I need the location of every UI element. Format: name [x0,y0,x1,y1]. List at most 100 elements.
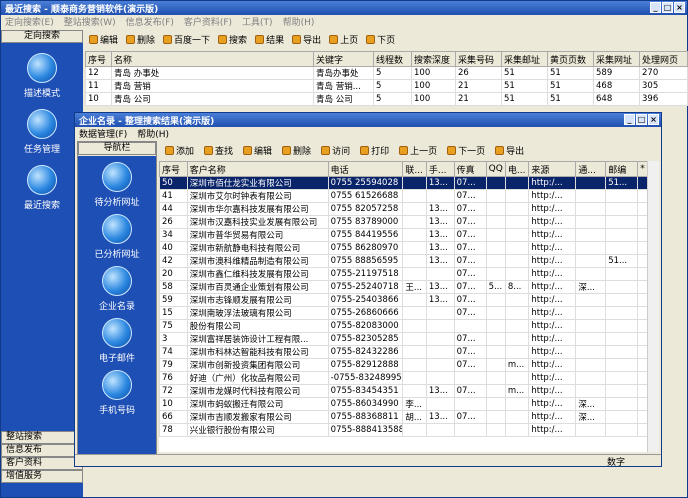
column-header[interactable]: 电... [504,161,530,177]
table-row[interactable]: 12 青岛 办事处 青岛办事处 5 100 26 51 51 589 270 [85,66,688,80]
table-row[interactable]: 50 深圳市佰仕龙实业有限公司 0755 25594028 13... 07... htt… [159,176,649,190]
maximize-icon[interactable]: □ [662,2,673,13]
table-row[interactable]: 42 深圳市澳科维精品制造有限公司 0755 88856595 13... 07... h… [159,254,649,268]
sidebar-head[interactable]: 定向搜索 [1,30,83,43]
column-header[interactable]: 通... [575,161,607,177]
column-header[interactable]: 电话 [327,161,404,177]
column-header[interactable]: 传真 [453,161,487,177]
vertical-scrollbar[interactable] [647,161,659,452]
find-button[interactable]: 查找 [204,144,233,157]
table-row[interactable]: 72 深圳市龙媒时代科技有限公司 0755-83454351 13... 07... m.… [159,384,649,398]
menu-item[interactable]: 工具(T) [242,15,273,28]
table-row[interactable]: 79 深圳市创新投资集团有限公司 0755-82912888 07... m... htt… [159,358,649,372]
export-button[interactable]: 导出 [292,33,321,46]
minimize-icon[interactable]: _ [650,2,661,13]
table-cell: 07... [453,176,487,190]
sidebar-button[interactable]: 信息发布 [1,444,83,457]
menu-item[interactable]: 帮助(H) [283,15,315,28]
table-row[interactable]: 74 深圳市科林达智能科技有限公司 0755-82432286 07... http:/… [159,345,649,359]
menu-item[interactable]: 信息发布(F) [126,15,174,28]
table-cell [504,189,530,203]
table-cell [402,215,427,229]
menu-item[interactable]: 帮助(H) [137,127,169,140]
column-header[interactable]: QQ [485,161,506,177]
table-row[interactable]: 3 深圳富祥居装饰设计工程有限... 0755-82305285 07... http:… [159,332,649,346]
maximize-icon[interactable]: □ [636,114,647,125]
baidu-button[interactable]: 百度一下 [163,33,210,46]
table-row[interactable]: 20 深圳市鑫仁维科技发展有限公司 0755-21197518 07... http:/… [159,267,649,281]
export-button[interactable]: 导出 [495,144,524,157]
nav-analyzed-url[interactable]: 已分析网址 [78,214,156,260]
column-header[interactable]: 采集号码 [455,51,502,67]
table-cell [575,345,607,359]
table-row[interactable]: 59 深圳市志锋顺发展有限公司 0755-25403866 13... 07... htt… [159,293,649,307]
table-row[interactable]: 76 好迪（广州）化妆品有限公司 -0755-83248995 http:/... [159,371,649,385]
visit-button[interactable]: 访问 [321,144,350,157]
close-icon[interactable]: × [674,2,685,13]
column-header[interactable]: 采集网址 [593,51,640,67]
column-header[interactable]: 黄页页数 [547,51,594,67]
sidebar-button[interactable]: 增值服务 [1,470,83,483]
next-page-button[interactable]: 下一页 [447,144,485,157]
menu-item[interactable]: 客户资料(F) [184,15,232,28]
table-row[interactable]: 58 深圳市百灵通企业策划有限公司 0755-25240718 王... 13... 07… [159,280,649,294]
column-header[interactable]: 名称 [111,51,314,67]
table-row[interactable]: 66 深圳市吉顺发搬家有限公司 0755-88368811 胡... 13... 07..… [159,410,649,424]
sidebar-button[interactable]: 客户资料 [1,457,83,470]
column-header[interactable]: 序号 [159,161,188,177]
column-header[interactable]: 客户名称 [186,161,329,177]
menu-item[interactable]: 数据管理(F) [79,127,127,140]
nav-describe[interactable]: 描述模式 [1,53,83,99]
sidebar-button[interactable]: 整站搜索 [1,431,83,444]
menu-item[interactable]: 整站搜索(W) [64,15,116,28]
column-header[interactable]: 处理网页 [639,51,688,67]
table-cell [402,423,427,437]
table-cell: 07... [453,280,487,294]
table-row[interactable]: 41 深圳市艾尔时钟表有限公司 0755 61526688 07... http:/..… [159,189,649,203]
edit-button[interactable]: 编辑 [89,33,118,46]
delete-button[interactable]: 删除 [126,33,155,46]
nav-task[interactable]: 任务管理 [1,109,83,155]
nav-pending-url[interactable]: 待分析网址 [78,162,156,208]
table-row[interactable]: 11 青岛 营销 青岛 营销... 5 100 21 51 51 468 305 [85,79,688,93]
column-header[interactable]: 线程数 [373,51,412,67]
column-header[interactable]: 联... [402,161,427,177]
table-row[interactable]: 15 深圳南玻浮法玻璃有限公司 0755-26860666 07... http:/..… [159,306,649,320]
table-row[interactable]: 26 深圳市汉嘉科技实业发展有限公司 0755 83789000 13... 07...… [159,215,649,229]
table-cell [485,306,506,320]
delete-button[interactable]: 删除 [282,144,311,157]
table-row[interactable]: 40 深圳市新航静电科技有限公司 0755 86280970 13... 07... ht… [159,241,649,255]
table-cell [453,423,487,437]
column-header[interactable]: 关键字 [313,51,374,67]
edit-button[interactable]: 编辑 [243,144,272,157]
table-cell [605,228,639,242]
table-row[interactable]: 78 兴业银行股份有限公司 0755-888413588 http:/... [159,423,649,437]
nav-mobile[interactable]: 手机号码 [78,370,156,416]
minimize-icon[interactable]: _ [624,114,635,125]
result-button[interactable]: 结果 [255,33,284,46]
prev-page-button[interactable]: 上页 [329,33,358,46]
column-header[interactable]: 采集邮址 [501,51,548,67]
column-header[interactable]: 邮编 [605,161,639,177]
table-row[interactable]: 34 深圳市普华贸易有限公司 0755 84419556 13... 07... http… [159,228,649,242]
print-button[interactable]: 打印 [360,144,389,157]
add-button[interactable]: 添加 [165,144,194,157]
nav-company-list[interactable]: 企业名录 [78,266,156,312]
column-header[interactable]: 搜索深度 [411,51,456,67]
table-row[interactable]: 75 股份有限公司 0755-82083000 http:/... [159,319,649,333]
table-cell: 51 [501,92,548,106]
table-cell: 07... [453,345,487,359]
nav-email[interactable]: 电子邮件 [78,318,156,364]
table-row[interactable]: 10 深圳市蚂蚁搬迁有限公司 0755-86034990 李... http:/... 深… [159,397,649,411]
table-row[interactable]: 10 青岛 公司 青岛 公司 5 100 21 51 51 648 396 [85,92,688,106]
table-row[interactable]: 44 深圳市华尔嘉科技发展有限公司 0755 82057258 13... 07... h… [159,202,649,216]
nav-recent[interactable]: 最近搜索 [1,165,83,211]
column-header[interactable]: 手... [425,161,455,177]
column-header[interactable]: 来源 [528,161,577,177]
search-button[interactable]: 搜索 [218,33,247,46]
close-icon[interactable]: × [648,114,659,125]
prev-page-button[interactable]: 上一页 [399,144,437,157]
next-page-button[interactable]: 下页 [366,33,395,46]
menu-item[interactable]: 定向搜索(E) [5,15,54,28]
column-header[interactable]: 序号 [85,51,112,67]
